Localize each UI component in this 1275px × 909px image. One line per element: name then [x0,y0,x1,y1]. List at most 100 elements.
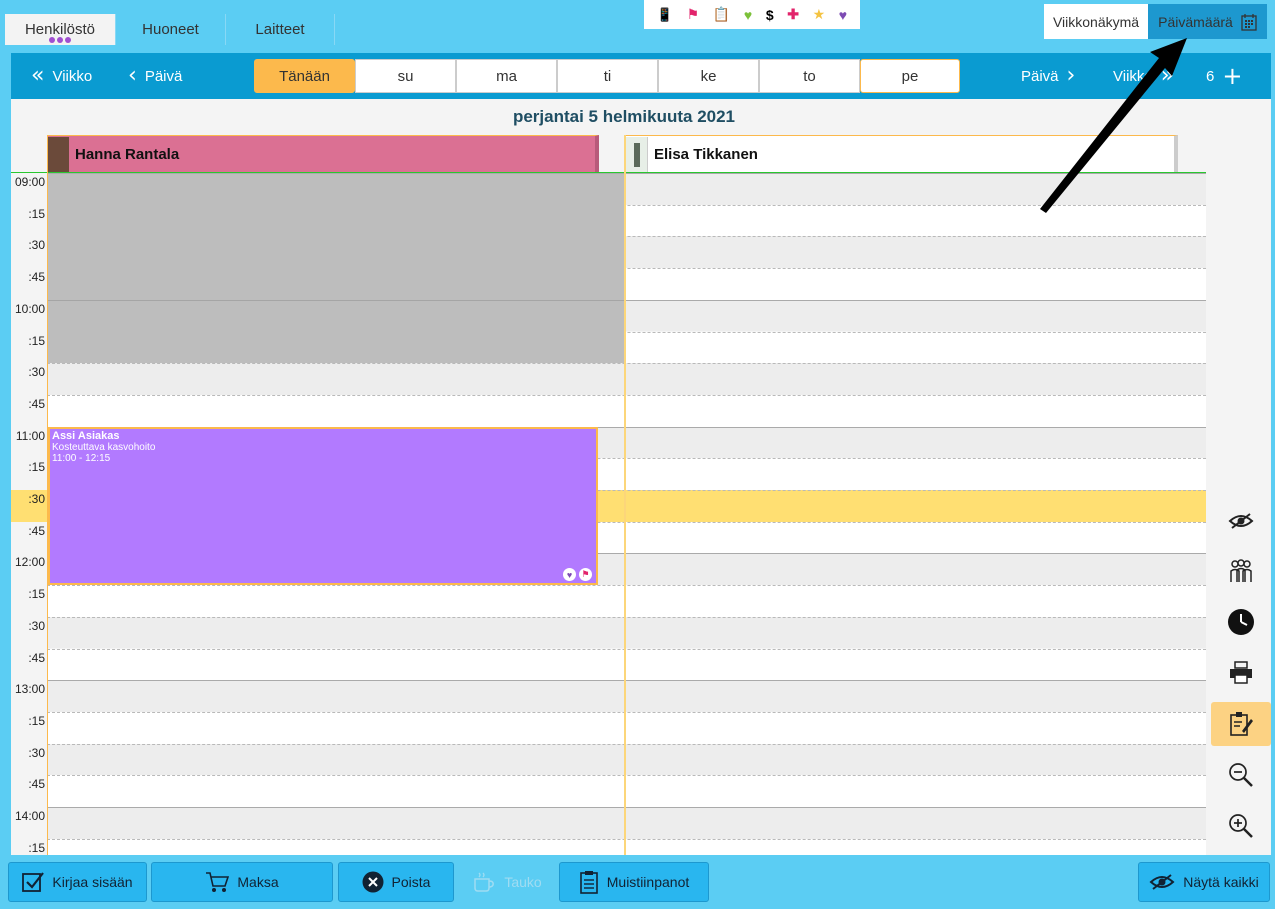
next-week-button[interactable]: Viikko » [1113,53,1174,99]
break-label: Tauko [504,874,542,890]
time-slot-row[interactable]: :15 [11,838,1206,855]
clock-icon [1228,609,1254,635]
time-slot-cell[interactable] [47,711,1206,744]
notes-button[interactable]: Muistiinpanot [559,862,709,902]
time-label: :45 [28,777,45,792]
time-label: :15 [28,840,45,855]
time-slot-row[interactable]: :30 [11,363,1206,395]
group-tool[interactable] [1211,549,1271,593]
broken-heart-icon: ♥ [563,568,576,581]
time-slot-cell[interactable] [47,743,1206,776]
day-button-sunday[interactable]: su [355,59,456,93]
time-slot-row[interactable]: :45 [11,775,1206,807]
staff-name: Elisa Tikkanen [654,145,758,163]
checkin-button[interactable]: Kirjaa sisään [8,862,147,902]
show-all-button[interactable]: Näytä kaikki [1138,862,1270,902]
column-count-control[interactable]: 6 + [1206,53,1242,99]
view-toggle: Viikkonäkymä Päivämäärä [1044,4,1267,39]
day-button-monday[interactable]: ma [456,59,557,93]
status-icon-strip: 📱 ⚑ 📋 ♥ $ ✚ ★ ♥ [644,0,860,29]
tab-equipment[interactable]: Laitteet [226,14,335,45]
time-label: 14:00 [14,809,45,823]
time-label: :30 [28,365,45,380]
tab-rooms-label: Huoneet [142,21,199,38]
next-day-button[interactable]: Päivä › [1021,53,1075,99]
calendar-icon [1241,13,1257,31]
break-button[interactable]: Tauko [462,862,552,902]
broken-heart-icon[interactable]: ♥ [839,7,847,23]
time-label: :45 [28,270,45,285]
day-button-friday[interactable]: pe [860,59,960,93]
delete-button[interactable]: Poista [338,862,454,902]
bottom-action-bar: Kirjaa sisään Maksa Poista Tauko Muistii… [0,855,1275,909]
date-view-button[interactable]: Päivämäärä [1148,4,1267,39]
prev-week-label: Viikko [52,67,93,85]
unavailable-hour-line [47,299,625,301]
star-icon[interactable]: ★ [813,6,826,23]
clipboard-icon [579,871,598,894]
checkbox-icon [22,872,45,892]
dollar-icon[interactable]: $ [766,7,774,23]
tab-staff[interactable]: Henkilöstö [5,14,116,45]
today-button[interactable]: Tänään [254,59,355,93]
time-slot-cell[interactable] [47,680,1206,712]
time-slot-row[interactable]: :30 [11,616,1206,649]
appointment-card[interactable]: Assi Asiakas Kosteuttava kasvohoito 11:00 … [48,427,598,585]
time-slot-row[interactable]: 14:00 [11,807,1206,839]
time-slot-row[interactable]: :45 [11,394,1206,427]
time-slot-cell[interactable] [47,838,1206,855]
prev-week-button[interactable]: « Viikko [31,53,92,99]
printer-icon [1230,661,1252,684]
time-label: :30 [28,618,45,633]
date-title: perjantai 5 helmikuuta 2021 [512,107,736,126]
staff-column-header-elisa[interactable]: Elisa Tikkanen [626,135,1178,172]
time-slot-row[interactable]: :45 [11,648,1206,681]
week-view-button[interactable]: Viikkonäkymä [1044,4,1148,39]
eye-icon [1228,513,1254,529]
day-button-wednesday[interactable]: ke [658,59,759,93]
time-tool[interactable] [1211,600,1271,644]
time-slot-row[interactable]: :30 [11,743,1206,776]
zoom-in-tool[interactable] [1211,804,1271,848]
print-tool[interactable] [1211,651,1271,695]
delete-label: Poista [391,874,431,890]
time-slot-cell[interactable] [47,775,1206,807]
chevron-left-icon: ‹ [128,63,137,88]
double-chevron-left-icon: « [31,63,45,88]
clipboard-icon[interactable]: 📋 [713,6,730,23]
flag-icon[interactable]: ⚑ [687,6,700,23]
cross-icon[interactable]: ✚ [787,6,799,23]
visibility-tool[interactable] [1211,499,1271,543]
staff-name: Hanna Rantala [75,145,180,163]
time-slot-row[interactable]: :15 [11,585,1206,617]
time-slot-row[interactable]: 13:00 [11,680,1206,712]
next-week-label: Viikko [1113,67,1153,85]
app-root: Henkilöstö Huoneet Laitteet 📱 ⚑ 📋 ♥ $ ✚ … [0,0,1275,909]
time-slot-cell[interactable] [47,394,1206,427]
time-slot-cell[interactable] [47,363,1206,395]
time-slot-cell[interactable] [47,585,1206,617]
chevron-right-icon: › [1066,63,1076,88]
day-button-tuesday[interactable]: ti [557,59,658,93]
time-label: :15 [28,587,45,602]
staff-column-header-hanna[interactable]: Hanna Rantala [47,135,599,172]
pay-label: Maksa [237,874,279,890]
time-slot-cell[interactable] [47,807,1206,839]
time-slot-cell[interactable] [47,648,1206,681]
pay-button[interactable]: Maksa [151,862,333,902]
heart-green-icon[interactable]: ♥ [744,7,752,23]
time-label: :15 [28,713,45,728]
phone-icon[interactable]: 📱 [657,7,673,23]
prev-day-button[interactable]: ‹ Päivä [128,53,182,99]
notes-tool[interactable] [1211,702,1271,746]
time-grid[interactable]: 09:00:15:30:45 10:00:15:30:45 11:00:15:30:… [11,172,1206,855]
day-button-thursday[interactable]: to [759,59,860,93]
zoom-out-tool[interactable] [1211,753,1271,797]
time-slot-row[interactable]: :15 [11,711,1206,744]
tab-equipment-label: Laitteet [255,21,305,38]
time-label: :30 [28,492,45,506]
tab-rooms[interactable]: Huoneet [116,14,226,45]
time-label: :45 [28,523,45,538]
time-slot-cell[interactable] [47,616,1206,649]
grid-left-divider [47,135,48,855]
